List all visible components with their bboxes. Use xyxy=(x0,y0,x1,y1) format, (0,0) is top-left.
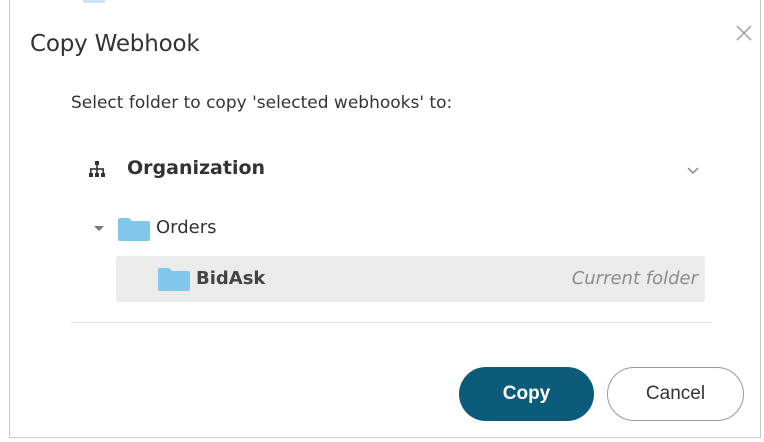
folder-label: Orders xyxy=(156,217,217,238)
copy-button[interactable]: Copy xyxy=(459,367,594,421)
divider xyxy=(71,322,711,323)
folder-icon xyxy=(118,218,150,241)
close-button[interactable] xyxy=(734,23,754,43)
chevron-down-icon[interactable] xyxy=(686,163,700,177)
dialog-instructions: Select folder to copy 'selected webhooks… xyxy=(71,93,453,113)
background-tab-edge xyxy=(83,0,105,3)
folder-label: BidAsk xyxy=(196,268,266,289)
folder-item-orders[interactable]: Orders xyxy=(92,212,392,244)
hierarchy-icon xyxy=(89,161,105,177)
close-icon xyxy=(736,25,752,41)
folder-item-bidask[interactable]: BidAsk Current folder xyxy=(116,256,705,302)
dialog-title: Copy Webhook xyxy=(30,31,200,57)
current-folder-note: Current folder xyxy=(571,268,698,289)
organization-selector[interactable]: Organization xyxy=(88,152,703,186)
caret-down-icon[interactable] xyxy=(92,223,106,233)
cancel-button[interactable]: Cancel xyxy=(607,367,744,421)
organization-label: Organization xyxy=(127,157,266,179)
folder-icon xyxy=(158,268,190,291)
